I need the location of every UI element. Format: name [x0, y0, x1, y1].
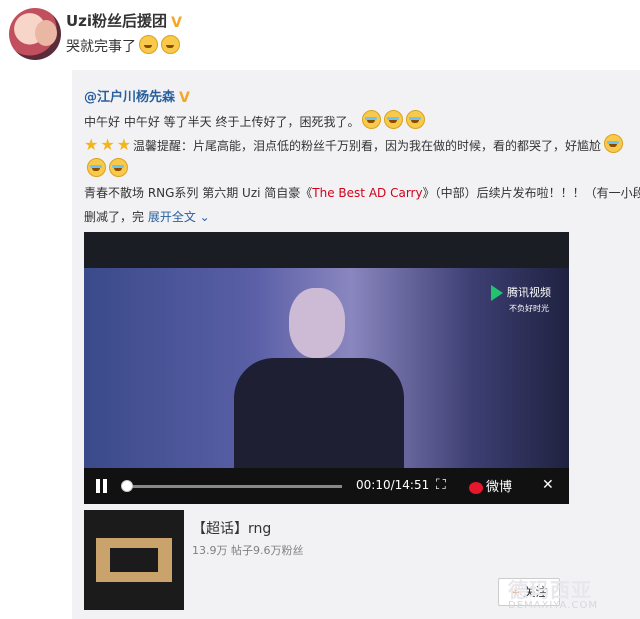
- post-text-content: 哭就完事了: [66, 39, 136, 55]
- supertopic-title[interactable]: 【超话】rng: [192, 518, 271, 538]
- tencent-video-logo-icon: [491, 285, 503, 301]
- watermark-main: 德玛西亚: [508, 578, 592, 602]
- crying-emoji-icon: [406, 110, 426, 129]
- fullscreen-icon[interactable]: ⛶: [436, 477, 450, 493]
- repost-author-name[interactable]: @江户川杨先森: [84, 90, 175, 105]
- supertopic-meta: 13.9万 帖子9.6万粉丝: [192, 544, 304, 557]
- mute-icon[interactable]: ✕: [542, 477, 554, 493]
- crying-emoji-icon: [362, 110, 382, 129]
- doge-emoji-icon: [139, 35, 158, 54]
- star-icon: ★: [84, 135, 99, 154]
- tencent-video-brand: 腾讯视频: [507, 286, 551, 299]
- tencent-video-watermark: 腾讯视频 不负好时光: [491, 284, 551, 314]
- repost-line-1-text: 中午好 中午好 等了半天 终于上传好了，困死我了。: [84, 115, 360, 129]
- chevron-down-icon[interactable]: ⌄: [196, 210, 210, 224]
- post-author-name[interactable]: Uzi粉丝后援团: [66, 12, 167, 30]
- weibo-eye-icon: [469, 481, 483, 494]
- expand-label[interactable]: 展开全文: [148, 210, 196, 224]
- video-person-figure: [234, 288, 404, 468]
- repost-line-1: 中午好 中午好 等了半天 终于上传好了，困死我了。: [84, 110, 426, 130]
- repost-line-4b: 》（中部）后续片发布啦！！！（有一小段: [422, 186, 640, 200]
- post-text: 哭就完事了: [66, 35, 180, 56]
- pause-icon[interactable]: [96, 479, 108, 493]
- weibo-logo[interactable]: 微博: [469, 476, 512, 495]
- repost-line-3: [84, 158, 128, 177]
- expand-full-text-link[interactable]: 展开全文 ⌄: [148, 210, 210, 224]
- verified-icon: V: [179, 90, 190, 106]
- repost-line-4a: 青春不散场 RNG系列 第六期 Uzi 简自豪《: [84, 186, 313, 200]
- repost-block: @江户川杨先森 V 中午好 中午好 等了半天 终于上传好了，困死我了。 ★ ★ ★ 温馨…: [72, 70, 640, 619]
- video-controls: 00:10/14:51 ⛶ 微博 ✕: [84, 468, 569, 504]
- repost-line-2-text: 温馨提醒：片尾高能，泪点低的粉丝千万别看，因为我在做的时候，看的都哭了，好尴尬: [133, 139, 602, 153]
- video-player[interactable]: 腾讯视频 不负好时光 00:10/14:51 ⛶ 微博 ✕: [84, 232, 569, 504]
- repost-line-5: 删减了，完 展开全文 ⌄: [84, 208, 210, 225]
- site-watermark: 德玛西亚 DEMAXIYA.COM: [508, 574, 598, 611]
- star-icon: ★: [100, 135, 115, 154]
- crying-emoji-icon: [384, 110, 404, 129]
- rng-supertopic-thumbnail[interactable]: [84, 510, 184, 610]
- repost-line-2: ★ ★ ★ 温馨提醒：片尾高能，泪点低的粉丝千万别看，因为我在做的时候，看的都哭了，好…: [84, 134, 624, 154]
- progress-knob[interactable]: [121, 480, 134, 492]
- video-frame[interactable]: 腾讯视频 不负好时光: [84, 268, 569, 468]
- author-avatar[interactable]: [9, 8, 61, 60]
- weibo-logo-text[interactable]: 微博: [486, 480, 512, 495]
- crying-emoji-icon: [604, 134, 624, 153]
- video-title-highlight: The Best AD Carry: [312, 186, 423, 200]
- crying-emoji-icon: [87, 158, 106, 177]
- doge-emoji-icon: [161, 35, 180, 54]
- rng-logo: [96, 538, 172, 582]
- watermark-sub: DEMAXIYA.COM: [508, 600, 598, 611]
- repost-line-5-text: 删减了，完: [84, 210, 145, 224]
- progress-bar[interactable]: [124, 485, 342, 488]
- video-time: 00:10/14:51: [356, 478, 430, 492]
- tencent-video-slogan: 不负好时光: [509, 304, 549, 313]
- repost-line-4: 青春不散场 RNG系列 第六期 Uzi 简自豪《The Best AD Carr…: [84, 184, 640, 201]
- post-author[interactable]: Uzi粉丝后援团 V: [66, 10, 185, 31]
- repost-author[interactable]: @江户川杨先森 V: [84, 86, 193, 106]
- crying-emoji-icon: [109, 158, 128, 177]
- post-header: Uzi粉丝后援团 V 哭就完事了: [0, 0, 640, 70]
- star-icon: ★: [116, 135, 132, 154]
- verified-icon: V: [171, 15, 182, 31]
